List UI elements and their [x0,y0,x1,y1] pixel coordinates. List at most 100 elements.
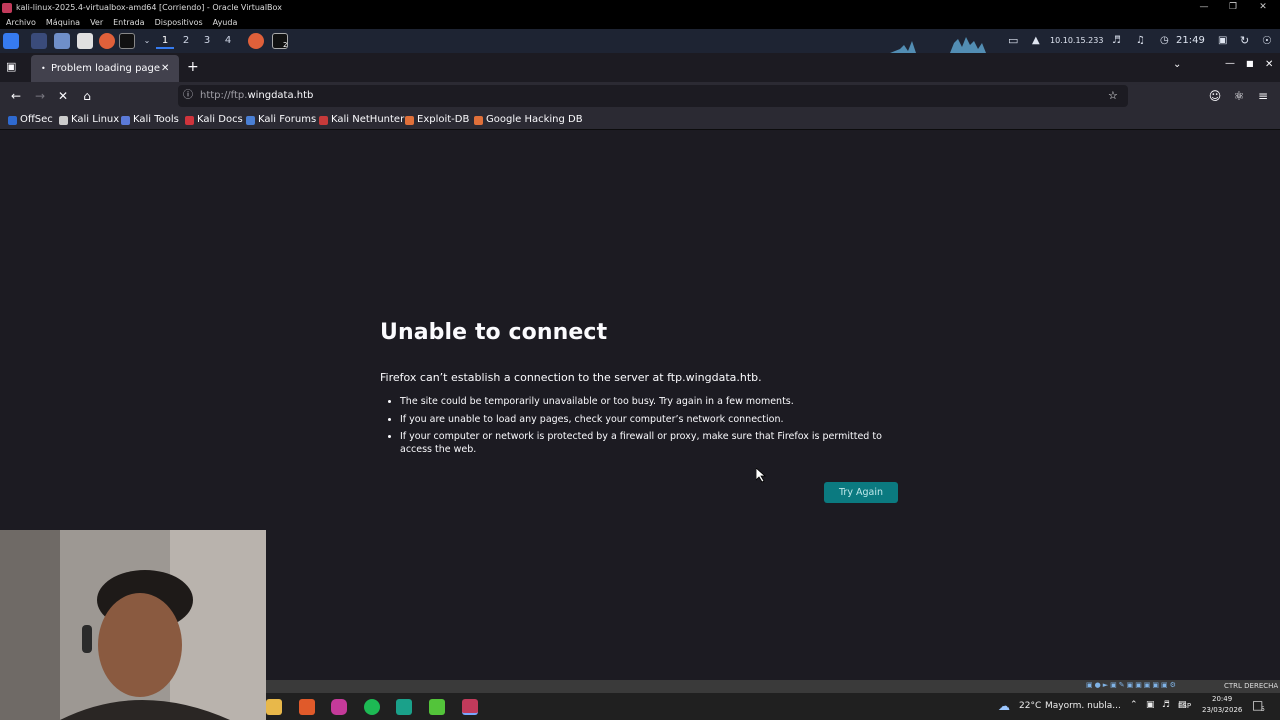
offsec-icon [8,115,17,125]
network-graph-icon [890,37,1000,53]
power-icon[interactable]: ☉ [1262,29,1272,53]
error-title: Unable to connect [380,320,608,345]
webcam-person-image [0,530,266,720]
error-description: Firefox can’t establish a connection to … [380,371,762,384]
virtualbox-taskbar-icon[interactable] [462,699,478,715]
site-info-icon[interactable]: ⓘ [183,85,193,107]
host-key-label: CTRL DERECHA [1224,682,1279,690]
notification-bell-icon[interactable]: ♫ [1136,29,1145,53]
forward-icon[interactable]: → [30,86,50,106]
clock-icon: ◷ [1160,35,1169,46]
terminal-launcher-icon[interactable] [119,33,135,49]
vpn-lock-icon[interactable]: ▲ [1032,29,1040,53]
tab-problem-loading[interactable]: • Problem loading page ✕ [31,55,179,82]
tray-network-icon[interactable]: ▣ [1146,700,1155,710]
tab-title: Problem loading page [51,63,161,74]
url-domain: wingdata.htb [247,90,314,101]
panel-clock[interactable]: 21:49 [1176,29,1205,53]
menu-entrada[interactable]: Entrada [113,18,144,27]
menu-maquina[interactable]: Máquina [46,18,80,27]
kick-icon[interactable] [429,699,445,715]
window-maximize-icon[interactable]: ■ [1246,59,1254,68]
brave-icon[interactable] [299,699,315,715]
app-icon[interactable] [396,699,412,715]
volume-icon[interactable]: ♬ [1112,29,1121,53]
vbox-menu-bar: Archivo Máquina Ver Entrada Dispositivos… [0,15,1280,29]
suggestion-item: If you are unable to load any pages, che… [400,414,910,427]
vpn-ip: 10.10.15.233 [1050,36,1104,45]
menu-archivo[interactable]: Archivo [6,18,36,27]
language-indicator[interactable]: ESP [1178,702,1191,710]
instagram-icon[interactable] [331,699,347,715]
bookmark-offsec[interactable]: OffSec [8,113,53,127]
restore-icon[interactable]: ❐ [1218,0,1248,15]
new-tab-icon[interactable]: + [187,59,199,75]
tab-loading-dot-icon: • [41,64,46,73]
window-minimize-icon[interactable]: — [1225,58,1235,69]
show-desktop-icon[interactable] [31,33,47,49]
bookmark-exploit-db[interactable]: Exploit-DB [405,113,469,127]
try-again-button[interactable]: Try Again [824,482,898,503]
bookmark-kali-linux[interactable]: Kali Linux [59,113,119,127]
minimize-icon[interactable]: — [1189,0,1219,15]
url-prefix: http://ftp. [200,90,248,101]
extensions-icon[interactable]: ⚛ [1229,86,1249,106]
bookmarks-toolbar: OffSec Kali Linux Kali Tools Kali Docs K… [0,110,1280,130]
terminal-badge: 2 [283,41,288,49]
menu-dispositivos[interactable]: Dispositivos [155,18,203,27]
bookmark-google-hacking-db[interactable]: Google Hacking DB [474,113,583,127]
stop-icon[interactable]: ✕ [53,86,73,106]
home-icon[interactable]: ⌂ [77,86,97,106]
vbox-device-icons[interactable]: ▣●►▣✎▣▣▣▣▣⚙ [1086,681,1178,689]
refresh-icon[interactable]: ↻ [1240,29,1249,53]
explorer-icon[interactable] [266,699,282,715]
display-icon[interactable]: ▭ [1008,29,1018,53]
text-editor-icon[interactable] [77,33,93,49]
vbox-window-title: kali-linux-2025.4-virtualbox-amd64 [Corr… [16,3,282,12]
back-icon[interactable]: ← [6,86,26,106]
weather-text[interactable]: Mayorm. nubla... [1045,701,1121,711]
notification-count: 5 [1261,706,1265,713]
workspace-1[interactable]: 1 [156,33,174,49]
file-manager-icon[interactable] [54,33,70,49]
bookmark-kali-tools[interactable]: Kali Tools [121,113,179,127]
webcam-overlay [0,530,266,720]
window-close-icon[interactable]: ✕ [1265,59,1273,70]
list-all-tabs-icon[interactable]: ⌄ [1173,59,1181,70]
bookmark-star-icon[interactable]: ☆ [1108,85,1118,107]
close-icon[interactable]: ✕ [1248,0,1278,15]
kali-docs-icon [185,115,194,125]
taskbar-time[interactable]: 20:49 [1212,695,1232,703]
vbox-title-bar: kali-linux-2025.4-virtualbox-amd64 [Corr… [0,0,1280,15]
kali-tools-icon [121,115,130,125]
account-icon[interactable]: ☺ [1205,86,1225,106]
lock-icon[interactable]: ▣ [1218,29,1227,53]
bookmark-kali-nethunter[interactable]: Kali NetHunter [319,113,404,127]
firefox-view-icon[interactable]: ▣ [6,60,16,73]
app-menu-icon[interactable]: ≡ [1253,86,1273,106]
workspace-2[interactable]: 2 [177,33,195,49]
tray-chevron-icon[interactable]: ⌃ [1130,700,1138,710]
workspace-4[interactable]: 4 [219,33,237,49]
kali-dragon-icon [59,115,68,125]
kali-menu-icon[interactable] [3,33,19,49]
weather-icon[interactable]: ☁ [998,699,1010,713]
workspace-3[interactable]: 3 [198,33,216,49]
url-bar[interactable]: ⓘ http://ftp.wingdata.htb ☆ [178,85,1128,107]
firefox-launcher-icon[interactable] [99,33,115,49]
bookmark-kali-docs[interactable]: Kali Docs [185,113,243,127]
firefox-window-icon[interactable] [248,33,264,49]
bookmark-kali-forums[interactable]: Kali Forums [246,113,316,127]
chevron-down-icon[interactable]: ⌄ [138,33,156,49]
virtualbox-logo-icon [2,2,12,13]
spotify-icon[interactable] [364,699,380,715]
suggestion-item: If your computer or network is protected… [400,431,910,456]
kali-panel: ⌄ 1 2 3 4 2 ▭ ▲ 10.10.15.233 ♬ ♫ ◷ 21:49… [0,29,1280,53]
menu-ayuda[interactable]: Ayuda [213,18,238,27]
taskbar-date[interactable]: 23/03/2026 [1202,706,1242,714]
tray-volume-icon[interactable]: ♬ [1162,700,1170,710]
weather-temp[interactable]: 22°C [1019,701,1041,711]
kali-forums-icon [246,115,255,125]
menu-ver[interactable]: Ver [90,18,103,27]
tab-close-icon[interactable]: ✕ [161,55,169,82]
